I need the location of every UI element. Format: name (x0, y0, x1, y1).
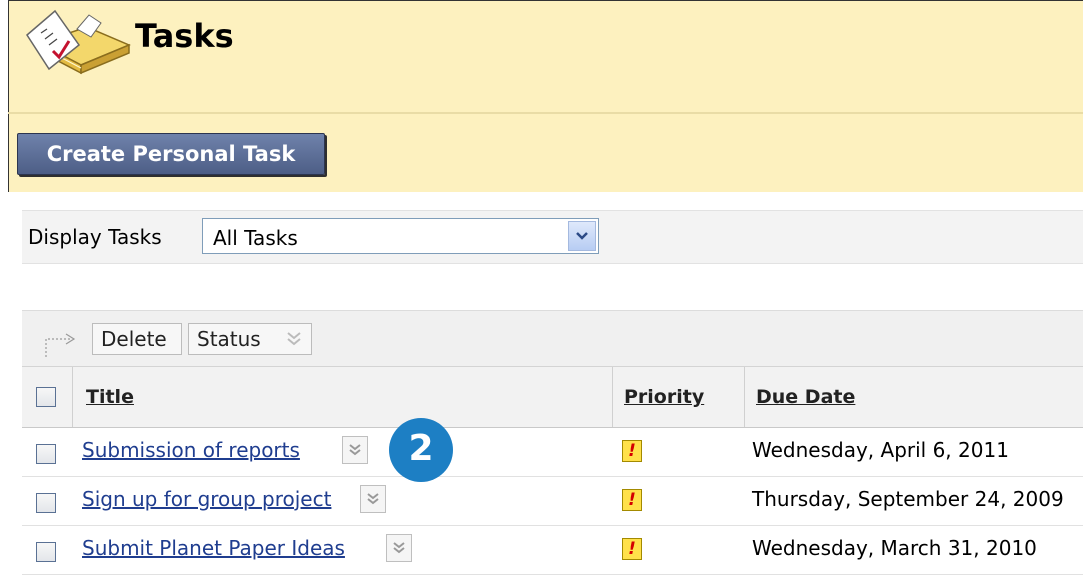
task-title-link[interactable]: Submission of reports (82, 438, 300, 462)
table-toolbar: Delete Status (22, 310, 1083, 367)
filter-bar: Display Tasks All Tasks (22, 210, 1083, 264)
display-tasks-select[interactable]: All Tasks (202, 218, 599, 254)
column-header-title[interactable]: Title (86, 386, 134, 408)
table-header: Title Priority Due Date (22, 366, 1083, 429)
row-checkbox[interactable] (36, 444, 56, 464)
create-personal-task-button[interactable]: Create Personal Task (17, 133, 325, 175)
page-title: Tasks (135, 17, 234, 55)
selected-items-arrow-icon (45, 333, 76, 357)
page-header: Tasks (8, 0, 1083, 113)
row-checkbox[interactable] (36, 493, 56, 513)
action-bar: Create Personal Task (8, 114, 1083, 192)
column-divider (72, 367, 73, 427)
table-row: Submit Planet Paper Ideas ! Wednesday, M… (22, 526, 1083, 575)
column-divider (612, 367, 613, 427)
row-checkbox[interactable] (36, 542, 56, 562)
due-date: Thursday, September 24, 2009 (752, 487, 1064, 511)
row-options-menu-icon[interactable] (342, 436, 368, 464)
double-chevron-down-icon (287, 332, 301, 346)
priority-high-icon: ! (622, 538, 642, 560)
due-date: Wednesday, April 6, 2011 (752, 438, 1009, 462)
delete-button-label: Delete (101, 327, 167, 351)
display-tasks-label: Display Tasks (28, 225, 162, 249)
select-all-checkbox[interactable] (36, 387, 56, 407)
priority-high-icon: ! (622, 489, 642, 511)
priority-high-icon: ! (622, 440, 642, 462)
task-title-link[interactable]: Submit Planet Paper Ideas (82, 536, 345, 560)
callout-number-badge: 2 (389, 418, 453, 482)
row-options-menu-icon[interactable] (386, 534, 412, 562)
display-tasks-value: All Tasks (213, 226, 298, 250)
dropdown-arrow-icon[interactable] (568, 221, 596, 251)
status-button[interactable]: Status (188, 323, 312, 355)
column-header-priority[interactable]: Priority (624, 386, 704, 408)
tasks-notepad-icon (26, 9, 131, 75)
task-title-link[interactable]: Sign up for group project (82, 487, 331, 511)
table-row: Sign up for group project ! Thursday, Se… (22, 477, 1083, 526)
delete-button[interactable]: Delete (92, 323, 182, 355)
row-options-menu-icon[interactable] (360, 485, 386, 513)
column-divider (744, 367, 745, 427)
column-header-due-date[interactable]: Due Date (756, 386, 855, 408)
due-date: Wednesday, March 31, 2010 (752, 536, 1037, 560)
table-row: Submission of reports ! Wednesday, April… (22, 428, 1083, 477)
status-button-label: Status (197, 327, 261, 351)
